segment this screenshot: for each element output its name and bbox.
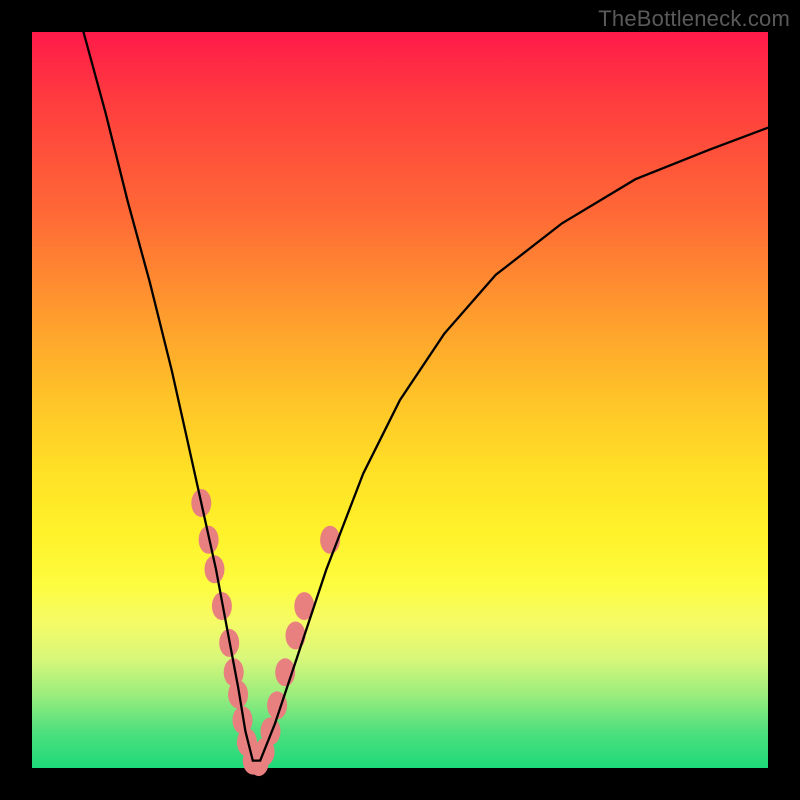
bottleneck-curve (84, 32, 769, 761)
chart-frame: TheBottleneck.com (0, 0, 800, 800)
watermark-text: TheBottleneck.com (598, 6, 790, 32)
beads-group (191, 489, 340, 776)
curve-svg (32, 32, 768, 768)
bead-marker (261, 717, 281, 745)
bead-marker (286, 622, 306, 650)
plot-area (32, 32, 768, 768)
